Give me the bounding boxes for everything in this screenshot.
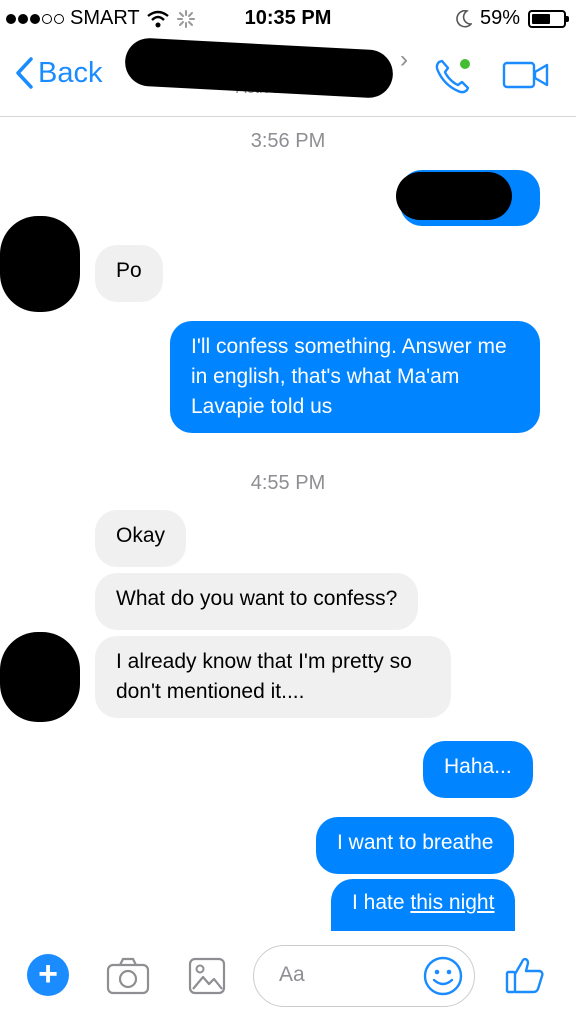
video-icon xyxy=(502,61,549,89)
outgoing-message-redacted[interactable] xyxy=(396,170,540,226)
back-chevron-icon xyxy=(16,57,33,89)
message-text: I hate xyxy=(352,891,411,914)
conversation-header: Back Active now › xyxy=(0,37,576,117)
emoji-icon[interactable] xyxy=(422,955,464,997)
camera-button[interactable] xyxy=(106,957,150,1000)
status-right: 59% xyxy=(456,7,569,30)
moon-icon xyxy=(456,9,472,28)
contact-name-redaction[interactable] xyxy=(123,37,395,99)
outgoing-message[interactable]: Haha... xyxy=(423,741,533,798)
like-icon xyxy=(505,957,544,994)
gallery-icon xyxy=(188,957,226,995)
gallery-button[interactable] xyxy=(188,957,226,1000)
video-call-button[interactable] xyxy=(502,60,550,95)
chevron-right-icon[interactable]: › xyxy=(400,46,408,74)
battery-percent: 59% xyxy=(479,7,520,29)
message-link[interactable]: this night xyxy=(410,891,494,914)
timestamp: 4:55 PM xyxy=(250,472,326,494)
timestamp: 3:56 PM xyxy=(250,130,326,152)
incoming-message[interactable]: What do you want to confess? xyxy=(95,573,419,630)
message-redaction xyxy=(396,172,512,220)
camera-icon xyxy=(106,957,150,995)
like-button[interactable] xyxy=(504,954,546,1001)
phone-icon xyxy=(435,59,470,94)
outgoing-message[interactable]: I hate this night xyxy=(331,879,516,931)
incoming-message[interactable]: Okay xyxy=(95,510,187,567)
back-button[interactable]: Back xyxy=(14,56,102,90)
status-bar: SMART 10:35 PM 59% xyxy=(0,0,576,38)
message-input[interactable]: Aa xyxy=(253,945,475,1007)
plus-icon[interactable]: + xyxy=(27,954,69,996)
battery-icon xyxy=(528,9,569,28)
avatar-redaction xyxy=(0,632,80,722)
outgoing-message[interactable]: I'll confess something. Answer me in eng… xyxy=(170,321,540,433)
incoming-message[interactable]: I already know that I'm pretty so don't … xyxy=(95,636,451,718)
call-button[interactable] xyxy=(432,56,474,101)
avatar-redaction xyxy=(0,216,80,312)
back-label: Back xyxy=(38,56,103,89)
outgoing-message[interactable]: I want to breathe xyxy=(316,817,515,874)
incoming-message[interactable]: Po xyxy=(95,245,163,302)
composer-bar: + Aa xyxy=(0,937,576,1024)
message-input-placeholder: Aa xyxy=(279,963,305,986)
